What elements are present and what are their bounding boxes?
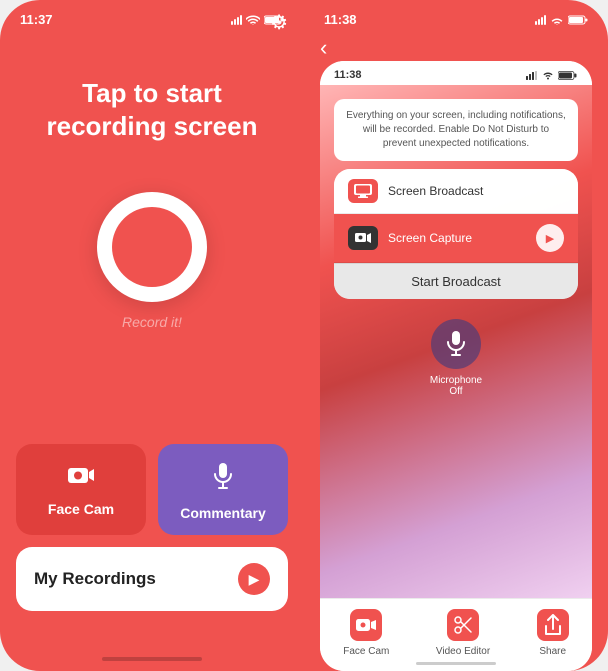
battery-icon-right [568, 15, 588, 25]
microphone-icon [446, 331, 466, 357]
share-icon [544, 614, 562, 636]
start-broadcast-button[interactable]: Start Broadcast [334, 263, 578, 299]
home-indicator-left [102, 657, 202, 661]
play-button[interactable]: ▶ [536, 224, 564, 252]
tab-face-cam[interactable]: Face Cam [343, 609, 389, 657]
inner-phone-screen: 11:38 Everything on your sc [320, 61, 592, 671]
status-bar-left: 11:37 [0, 0, 304, 27]
main-title: Tap to start recording screen [0, 77, 304, 142]
recordings-arrow-icon: ▶ [238, 563, 270, 595]
mic-icon [212, 462, 234, 490]
tab-camera-icon [356, 617, 376, 633]
screen-broadcast-label: Screen Broadcast [388, 184, 564, 198]
broadcast-warning-text: Everything on your screen, including not… [334, 99, 578, 161]
tab-video-editor-icon [447, 609, 479, 641]
scissors-icon [453, 615, 473, 635]
action-buttons: Face Cam Commentary [16, 444, 288, 535]
tab-share[interactable]: Share [537, 609, 569, 657]
mic-label: MicrophoneOff [430, 375, 482, 397]
recordings-label: My Recordings [34, 569, 156, 589]
bottom-tab-bar: Face Cam Video Editor [320, 598, 592, 671]
commentary-icon [212, 462, 234, 497]
wifi-icon-right [550, 15, 564, 25]
inner-status-bar: 11:38 [320, 61, 592, 85]
record-label: Record it! [122, 314, 182, 330]
tab-video-editor-label: Video Editor [436, 646, 490, 657]
screen-capture-label: Screen Capture [388, 231, 536, 245]
status-icons-right [535, 15, 588, 25]
screen-capture-icon [348, 226, 378, 250]
record-button[interactable] [97, 192, 207, 302]
broadcast-menu: Screen Broadcast Screen Capture ▶ Start … [334, 169, 578, 299]
tab-video-editor[interactable]: Video Editor [436, 609, 490, 657]
left-phone: 11:37 ⚙ Tap to start recording screen [0, 0, 304, 671]
tab-share-label: Share [539, 646, 566, 657]
back-button[interactable]: ‹ [304, 27, 608, 61]
inner-content-area: Everything on your screen, including not… [320, 85, 592, 598]
inner-wifi-icon [541, 70, 555, 80]
inner-signal-icon [526, 71, 538, 80]
my-recordings-button[interactable]: My Recordings ▶ [16, 547, 288, 611]
right-phone: 11:38 ‹ 11:38 [304, 0, 608, 671]
home-indicator-right [416, 662, 496, 665]
camera-icon [67, 464, 95, 486]
time-right: 11:38 [324, 12, 357, 27]
screen-broadcast-item[interactable]: Screen Broadcast [334, 169, 578, 214]
tab-face-cam-label: Face Cam [343, 646, 389, 657]
inner-status-icons [526, 70, 578, 80]
inner-battery-icon [558, 71, 578, 80]
status-bar-right: 11:38 [304, 0, 608, 27]
mic-circle [431, 319, 481, 369]
face-cam-label: Face Cam [48, 501, 114, 517]
inner-time: 11:38 [334, 69, 362, 81]
record-inner-circle [112, 207, 192, 287]
signal-icon [231, 15, 242, 25]
bottom-cards: Face Cam Commentary My Recordings ▶ [16, 444, 288, 611]
screen-broadcast-icon [348, 179, 378, 203]
screen-capture-item[interactable]: Screen Capture ▶ [334, 214, 578, 263]
tab-share-icon [537, 609, 569, 641]
capture-icon [355, 232, 371, 244]
tab-face-cam-icon [350, 609, 382, 641]
wifi-icon [246, 15, 260, 25]
time-left: 11:37 [20, 12, 53, 27]
monitor-icon [354, 184, 372, 198]
commentary-label: Commentary [180, 505, 266, 521]
signal-icon-right [535, 15, 546, 25]
face-cam-icon [67, 462, 95, 493]
face-cam-button[interactable]: Face Cam [16, 444, 146, 535]
microphone-indicator: MicrophoneOff [430, 319, 482, 397]
gear-button[interactable]: ⚙ [270, 10, 288, 35]
commentary-button[interactable]: Commentary [158, 444, 288, 535]
